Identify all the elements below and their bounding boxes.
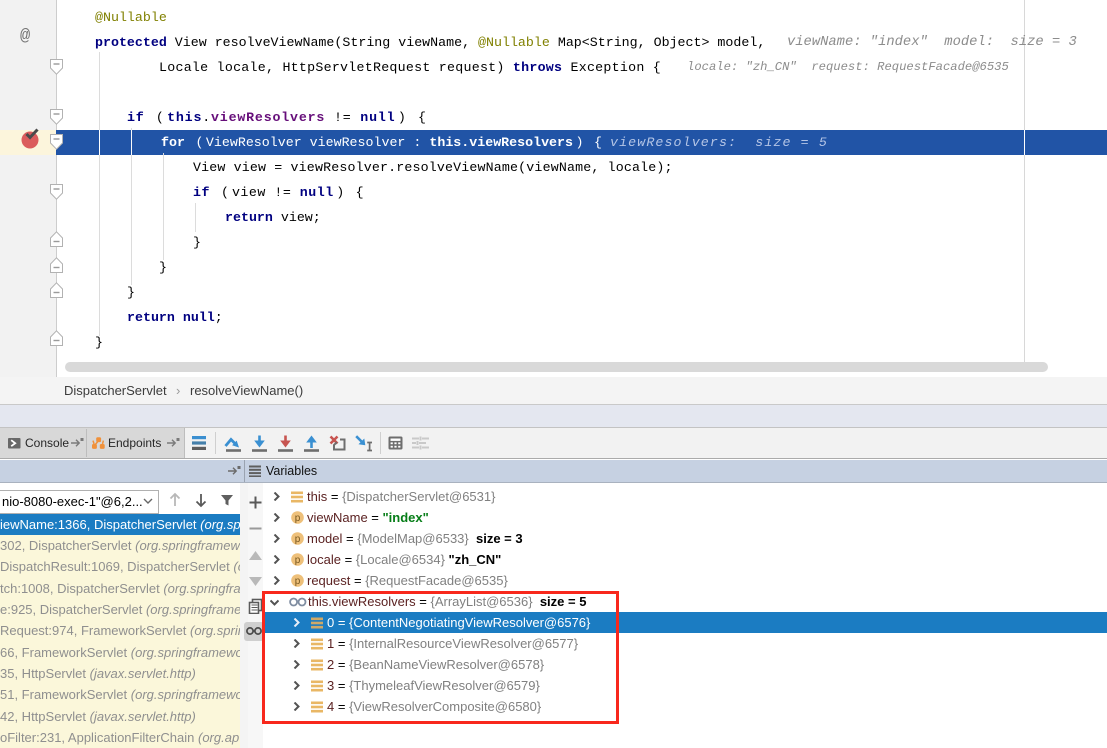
svg-text:p: p	[295, 555, 301, 566]
svg-text:p: p	[295, 513, 301, 524]
svg-text:p: p	[295, 576, 301, 587]
svg-text:p: p	[295, 534, 301, 545]
